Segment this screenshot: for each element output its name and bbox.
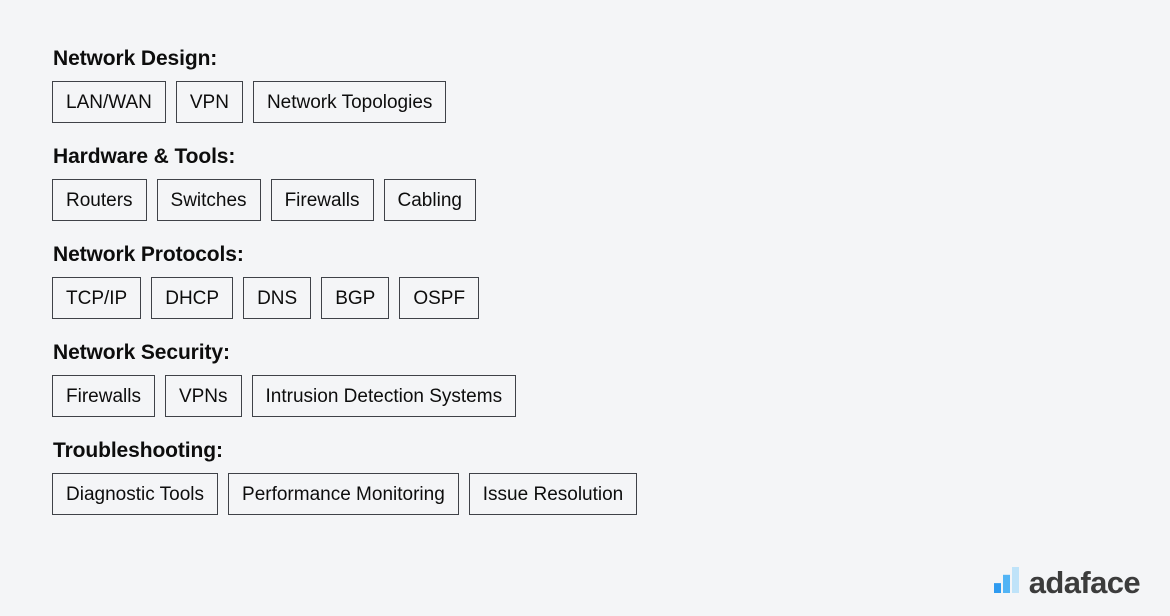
section-heading: Hardware & Tools: — [53, 145, 236, 168]
section-heading: Network Design: — [53, 47, 218, 70]
section-heading: Troubleshooting: — [53, 439, 223, 462]
skill-chip[interactable]: VPN — [175, 81, 243, 123]
slide-content: Network Design: LAN/WAN VPN Network Topo… — [0, 0, 1170, 616]
brand-wordmark: adaface — [1028, 565, 1141, 600]
chip-row: Firewalls VPNs Intrusion Detection Syste… — [52, 375, 1170, 417]
skill-chip[interactable]: LAN/WAN — [52, 81, 166, 123]
section-network-security: Network Security: Firewalls VPNs Intrusi… — [52, 340, 1170, 417]
chip-row: Routers Switches Firewalls Cabling — [52, 179, 1170, 221]
section-heading: Network Security: — [53, 341, 230, 364]
section-heading: Network Protocols: — [53, 243, 244, 266]
section-hardware-tools: Hardware & Tools: Routers Switches Firew… — [52, 144, 1170, 221]
section-network-design: Network Design: LAN/WAN VPN Network Topo… — [52, 46, 1170, 123]
skill-chip[interactable]: Firewalls — [270, 179, 374, 221]
skill-chip[interactable]: VPNs — [164, 375, 242, 417]
skill-chip[interactable]: DHCP — [151, 277, 234, 319]
skill-chip[interactable]: Cabling — [383, 179, 476, 221]
chip-row: LAN/WAN VPN Network Topologies — [52, 81, 1170, 123]
skill-chip[interactable]: Routers — [52, 179, 147, 221]
skill-chip[interactable]: BGP — [321, 277, 390, 319]
adaface-logo: adaface — [993, 565, 1141, 600]
skill-chip[interactable]: Network Topologies — [252, 81, 447, 123]
skill-chip[interactable]: Firewalls — [52, 375, 155, 417]
skill-chip[interactable]: Diagnostic Tools — [52, 473, 219, 515]
skill-chip[interactable]: OSPF — [399, 277, 480, 319]
section-troubleshooting: Troubleshooting: Diagnostic Tools Perfor… — [52, 438, 1170, 515]
section-network-protocols: Network Protocols: TCP/IP DHCP DNS BGP O… — [52, 242, 1170, 319]
skill-chip[interactable]: TCP/IP — [52, 277, 142, 319]
chip-row: Diagnostic Tools Performance Monitoring … — [52, 473, 1170, 515]
skill-chip[interactable]: DNS — [243, 277, 312, 319]
skill-chip[interactable]: Performance Monitoring — [228, 473, 459, 515]
skill-chip[interactable]: Switches — [156, 179, 261, 221]
chip-row: TCP/IP DHCP DNS BGP OSPF — [52, 277, 1170, 319]
skill-chip[interactable]: Intrusion Detection Systems — [251, 375, 517, 417]
bar-chart-icon — [993, 567, 1020, 598]
skill-chip[interactable]: Issue Resolution — [468, 473, 638, 515]
